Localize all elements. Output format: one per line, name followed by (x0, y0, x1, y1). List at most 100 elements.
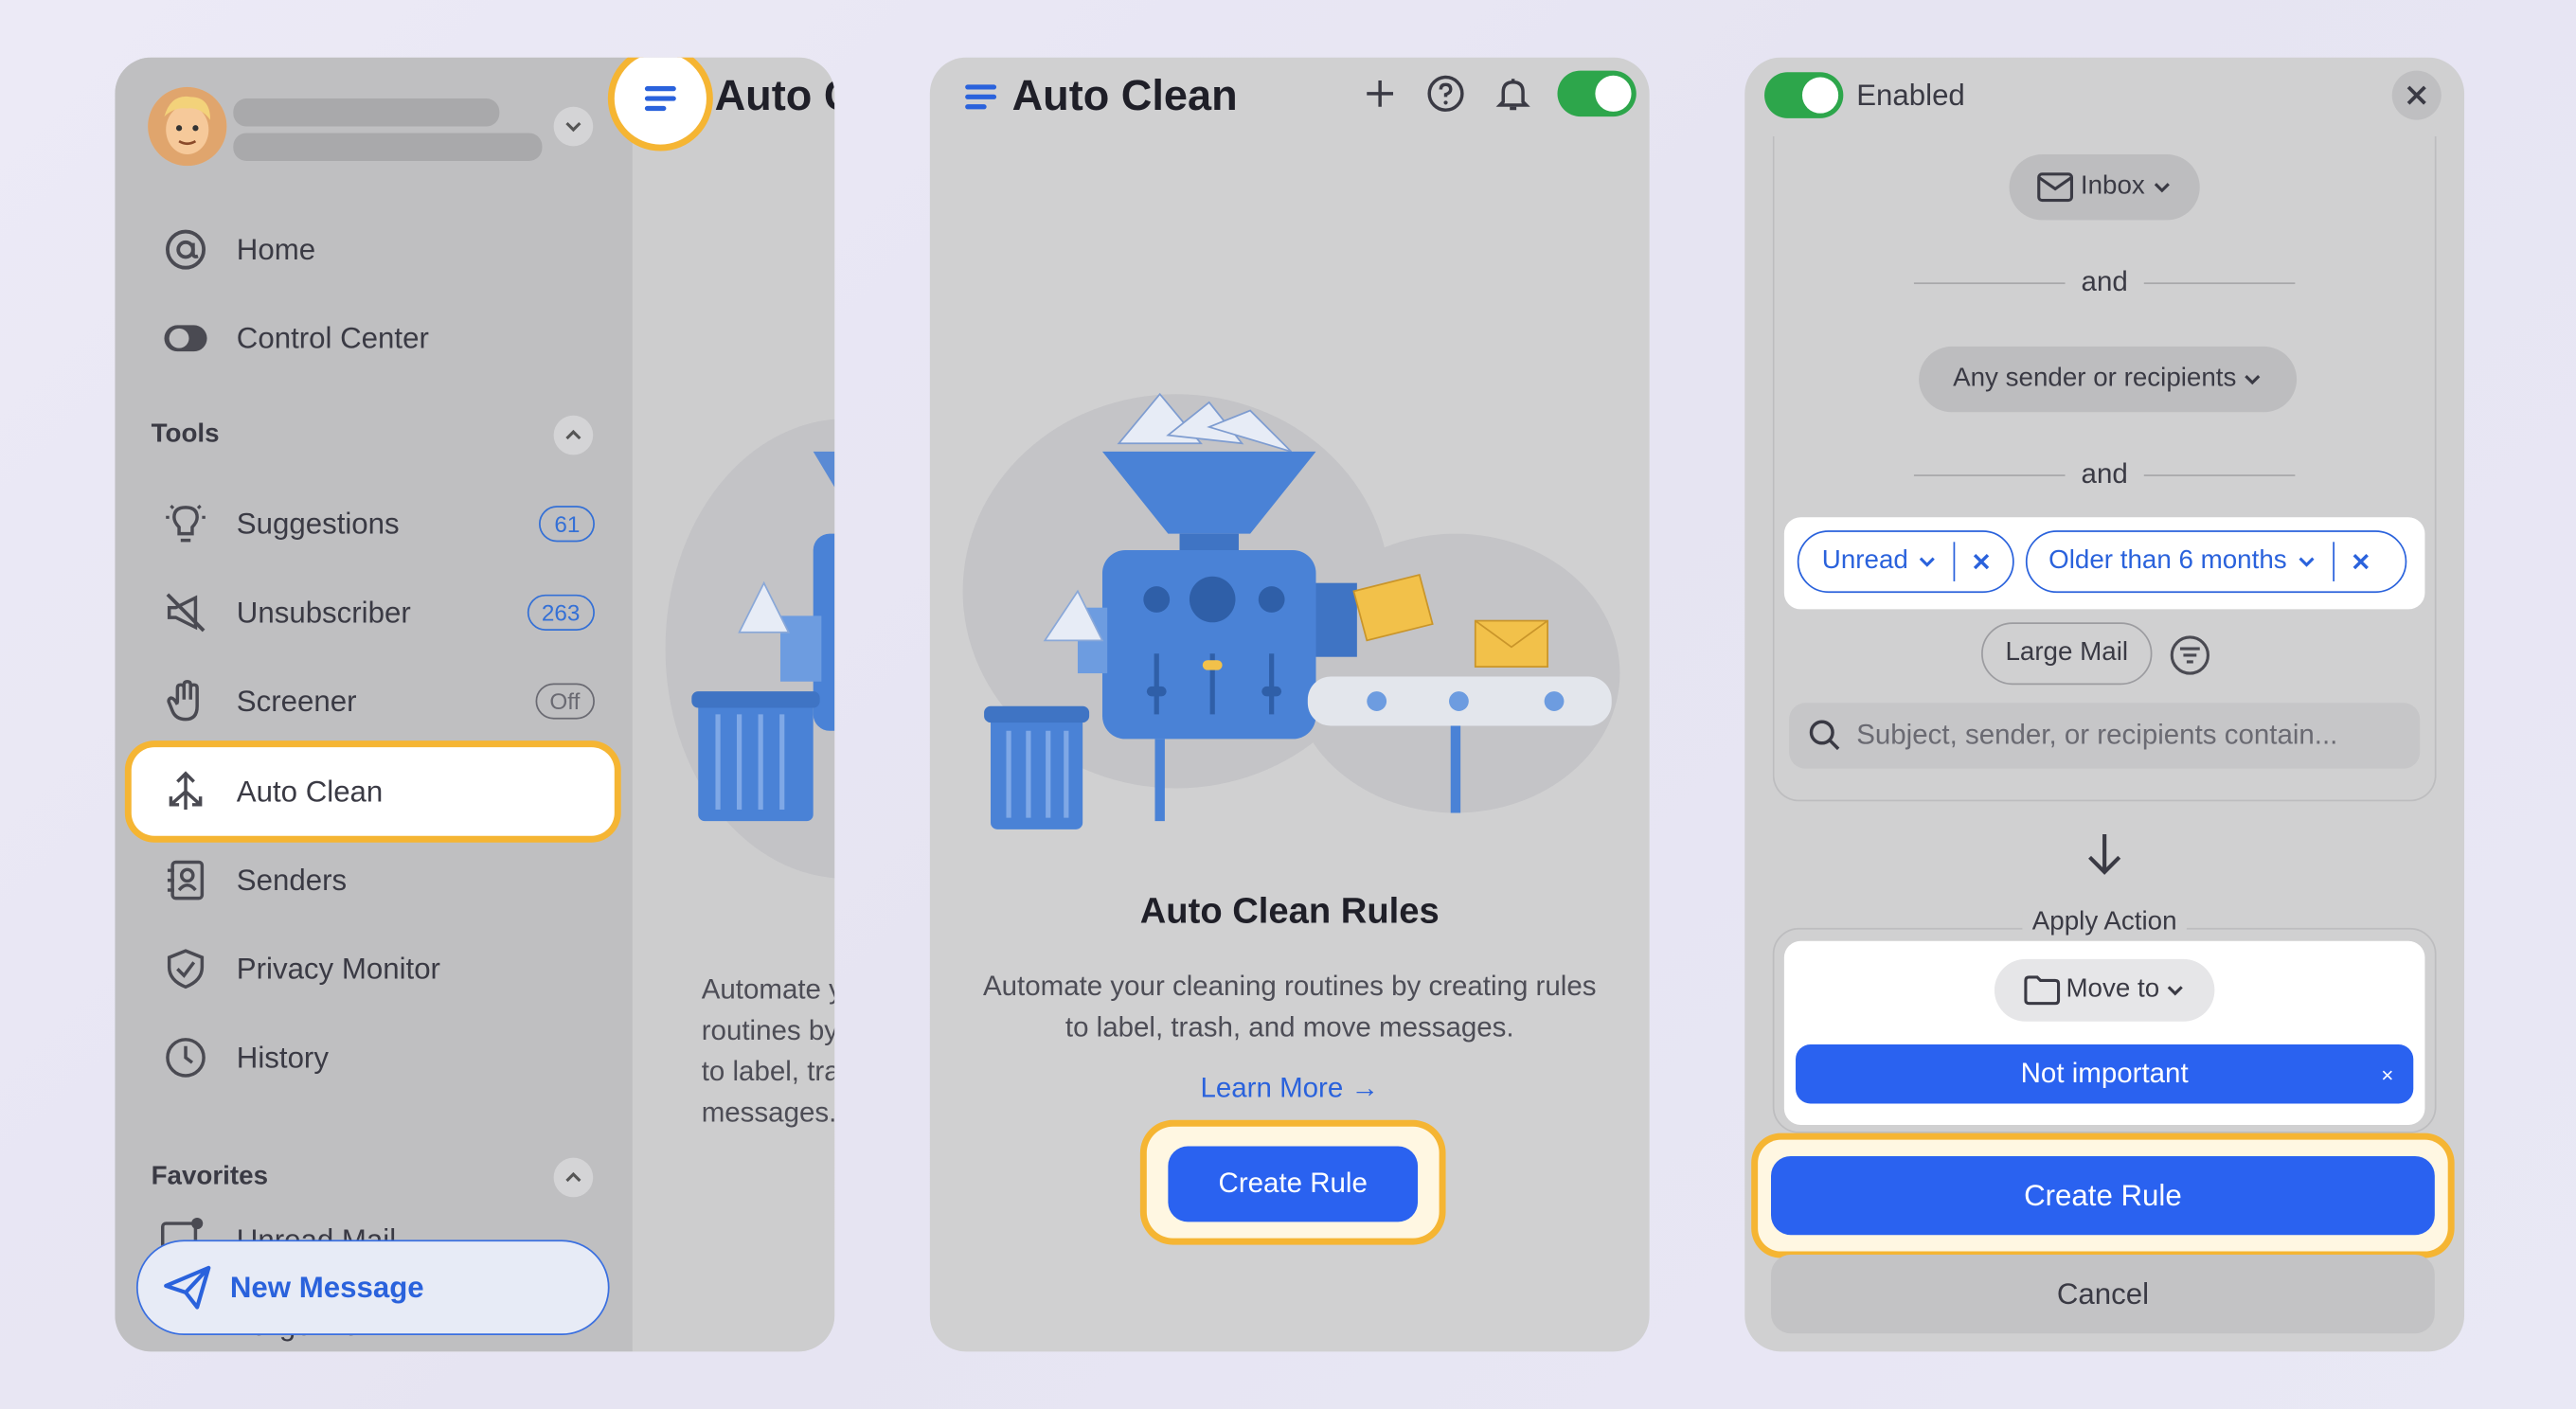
hamburger-icon (644, 86, 676, 112)
question-icon (1427, 75, 1464, 112)
close-button[interactable] (2391, 70, 2442, 120)
sidebar-item-label: Screener (236, 684, 357, 718)
tools-section-label: Tools (151, 419, 220, 449)
create-rule-button[interactable]: Create Rule (1168, 1146, 1419, 1222)
sidebar-item-label: Control Center (236, 321, 429, 354)
notifications-button[interactable] (1494, 74, 1533, 121)
tag-label: Older than 6 months (2048, 546, 2287, 576)
account-email-placeholder (233, 133, 543, 161)
remove-tag-icon[interactable] (1972, 552, 1992, 572)
mailbox-value: Inbox (2080, 172, 2145, 201)
auto-clean-panel: Auto Clean Auto Clean Rules Automate you… (929, 57, 1650, 1352)
sidebar-item-history[interactable]: History (132, 1013, 615, 1102)
chevron-down-icon[interactable] (1918, 552, 1938, 572)
enabled-toggle[interactable] (1764, 72, 1844, 118)
older-than-tag[interactable]: Older than 6 months (2025, 530, 2407, 594)
sidebar-item-senders[interactable]: Senders (132, 836, 615, 925)
count-badge: 61 (539, 506, 595, 543)
sidebar-item-label: Auto Clean (236, 774, 384, 808)
search-icon (1809, 720, 1840, 751)
bell-icon (1495, 79, 1530, 111)
learn-more-link[interactable]: Learn More → (930, 1072, 1650, 1105)
paper-plane-icon (161, 1261, 214, 1313)
sidebar-item-control-center[interactable]: Control Center (132, 294, 615, 383)
header: Auto Clean (963, 71, 1238, 122)
action-dropdown[interactable]: Move to (1994, 958, 2215, 1022)
large-mail-chip[interactable]: Large Mail (1981, 622, 2153, 686)
envelope-icon (2037, 172, 2074, 203)
chevron-down-icon (2168, 986, 2184, 996)
megaphone-off-icon (158, 584, 214, 640)
search-input[interactable]: Subject, sender, or recipients contain..… (1789, 703, 2421, 769)
avatar[interactable] (148, 86, 227, 167)
sidebar: Home Control Center Tools Suggestions 61… (115, 57, 633, 1352)
chevron-down-icon[interactable] (2297, 552, 2317, 572)
sender-dropdown[interactable]: Any sender or recipients (1919, 346, 2298, 413)
sidebar-item-auto-clean[interactable]: Auto Clean (131, 747, 615, 836)
new-message-button[interactable]: New Message (135, 1240, 610, 1335)
arrow-down-icon (2084, 829, 2126, 887)
sidebar-item-label: Home (236, 232, 316, 266)
filter-button[interactable] (2169, 633, 2211, 685)
lightbulb-icon (158, 496, 214, 552)
auto-clean-toggle[interactable] (1557, 70, 1637, 117)
chevron-down-icon (565, 121, 581, 133)
new-message-label: New Message (229, 1270, 424, 1304)
at-icon (158, 222, 214, 277)
sidebar-item-home[interactable]: Home (132, 205, 615, 294)
hamburger-icon[interactable] (963, 78, 999, 114)
condition-tags-box: Unread Older than 6 months (1783, 517, 2425, 610)
cancel-button[interactable]: Cancel (1771, 1255, 2435, 1334)
page-title: Auto Clean (1011, 70, 1238, 120)
create-rule-button[interactable]: Create Rule (1771, 1155, 2435, 1236)
status-badge: Off (534, 683, 595, 720)
action-value: Move to (2066, 975, 2160, 1004)
chevron-down-icon (2154, 183, 2170, 193)
tools-collapse-button[interactable] (553, 415, 594, 455)
sidebar-item-unsubscriber[interactable]: Unsubscriber 263 (132, 568, 615, 657)
favorites-collapse-button[interactable] (553, 1157, 594, 1198)
hand-icon (158, 673, 214, 729)
help-button[interactable] (1426, 74, 1466, 121)
page-title: Auto Clean (714, 70, 835, 120)
toggle-icon (158, 311, 214, 366)
sidebar-item-label: Unsubscriber (236, 595, 411, 629)
remove-tag-icon[interactable] (2351, 552, 2370, 572)
target-label: Not important (2020, 1057, 2189, 1089)
mailbox-dropdown[interactable]: Inbox (2009, 154, 2200, 221)
favorites-section-label: Favorites (151, 1162, 269, 1191)
create-rule-panel: Enabled Inbox and Any sender or recipien… (1744, 57, 2465, 1352)
sidebar-item-label: Privacy Monitor (236, 952, 440, 985)
chevron-up-icon (565, 1171, 581, 1183)
sidebar-item-screener[interactable]: Screener Off (132, 657, 615, 746)
arrows-icon (158, 763, 214, 819)
illustration-partial (665, 419, 835, 879)
remove-target-icon[interactable]: × (2381, 1061, 2393, 1086)
close-icon (2406, 85, 2426, 105)
unread-tag[interactable]: Unread (1797, 530, 2014, 594)
section-description: Automate your cleaning routines by creat… (982, 970, 1597, 1043)
sidebar-item-privacy-monitor[interactable]: Privacy Monitor (132, 924, 615, 1013)
chevron-down-icon (2245, 375, 2261, 385)
search-placeholder: Subject, sender, or recipients contain..… (1856, 719, 2338, 751)
and-connector: and (1744, 457, 2464, 491)
filter-icon (2170, 635, 2209, 675)
sidebar-item-label: Suggestions (236, 507, 400, 540)
account-name-placeholder (233, 98, 500, 127)
apply-action-label: Apply Action (1744, 908, 2464, 937)
chevron-up-icon (565, 429, 581, 440)
clock-icon (158, 1029, 214, 1085)
sidebar-item-label: History (236, 1040, 329, 1074)
action-box: Move to Not important × (1783, 940, 2425, 1125)
and-connector: and (1744, 265, 2464, 299)
auto-clean-preview-partial: Auto Clean Automate your cleaning routin… (632, 57, 835, 1352)
account-chevron-button[interactable] (553, 106, 594, 147)
enabled-label: Enabled (1856, 79, 1965, 112)
add-button[interactable] (1360, 74, 1400, 121)
sidebar-panel: Home Control Center Tools Suggestions 61… (115, 57, 835, 1352)
sidebar-item-suggestions[interactable]: Suggestions 61 (132, 479, 615, 568)
plus-icon (1367, 80, 1394, 107)
sidebar-item-label: Senders (236, 863, 348, 897)
shield-icon (158, 941, 214, 997)
target-label-chip[interactable]: Not important × (1796, 1044, 2414, 1104)
